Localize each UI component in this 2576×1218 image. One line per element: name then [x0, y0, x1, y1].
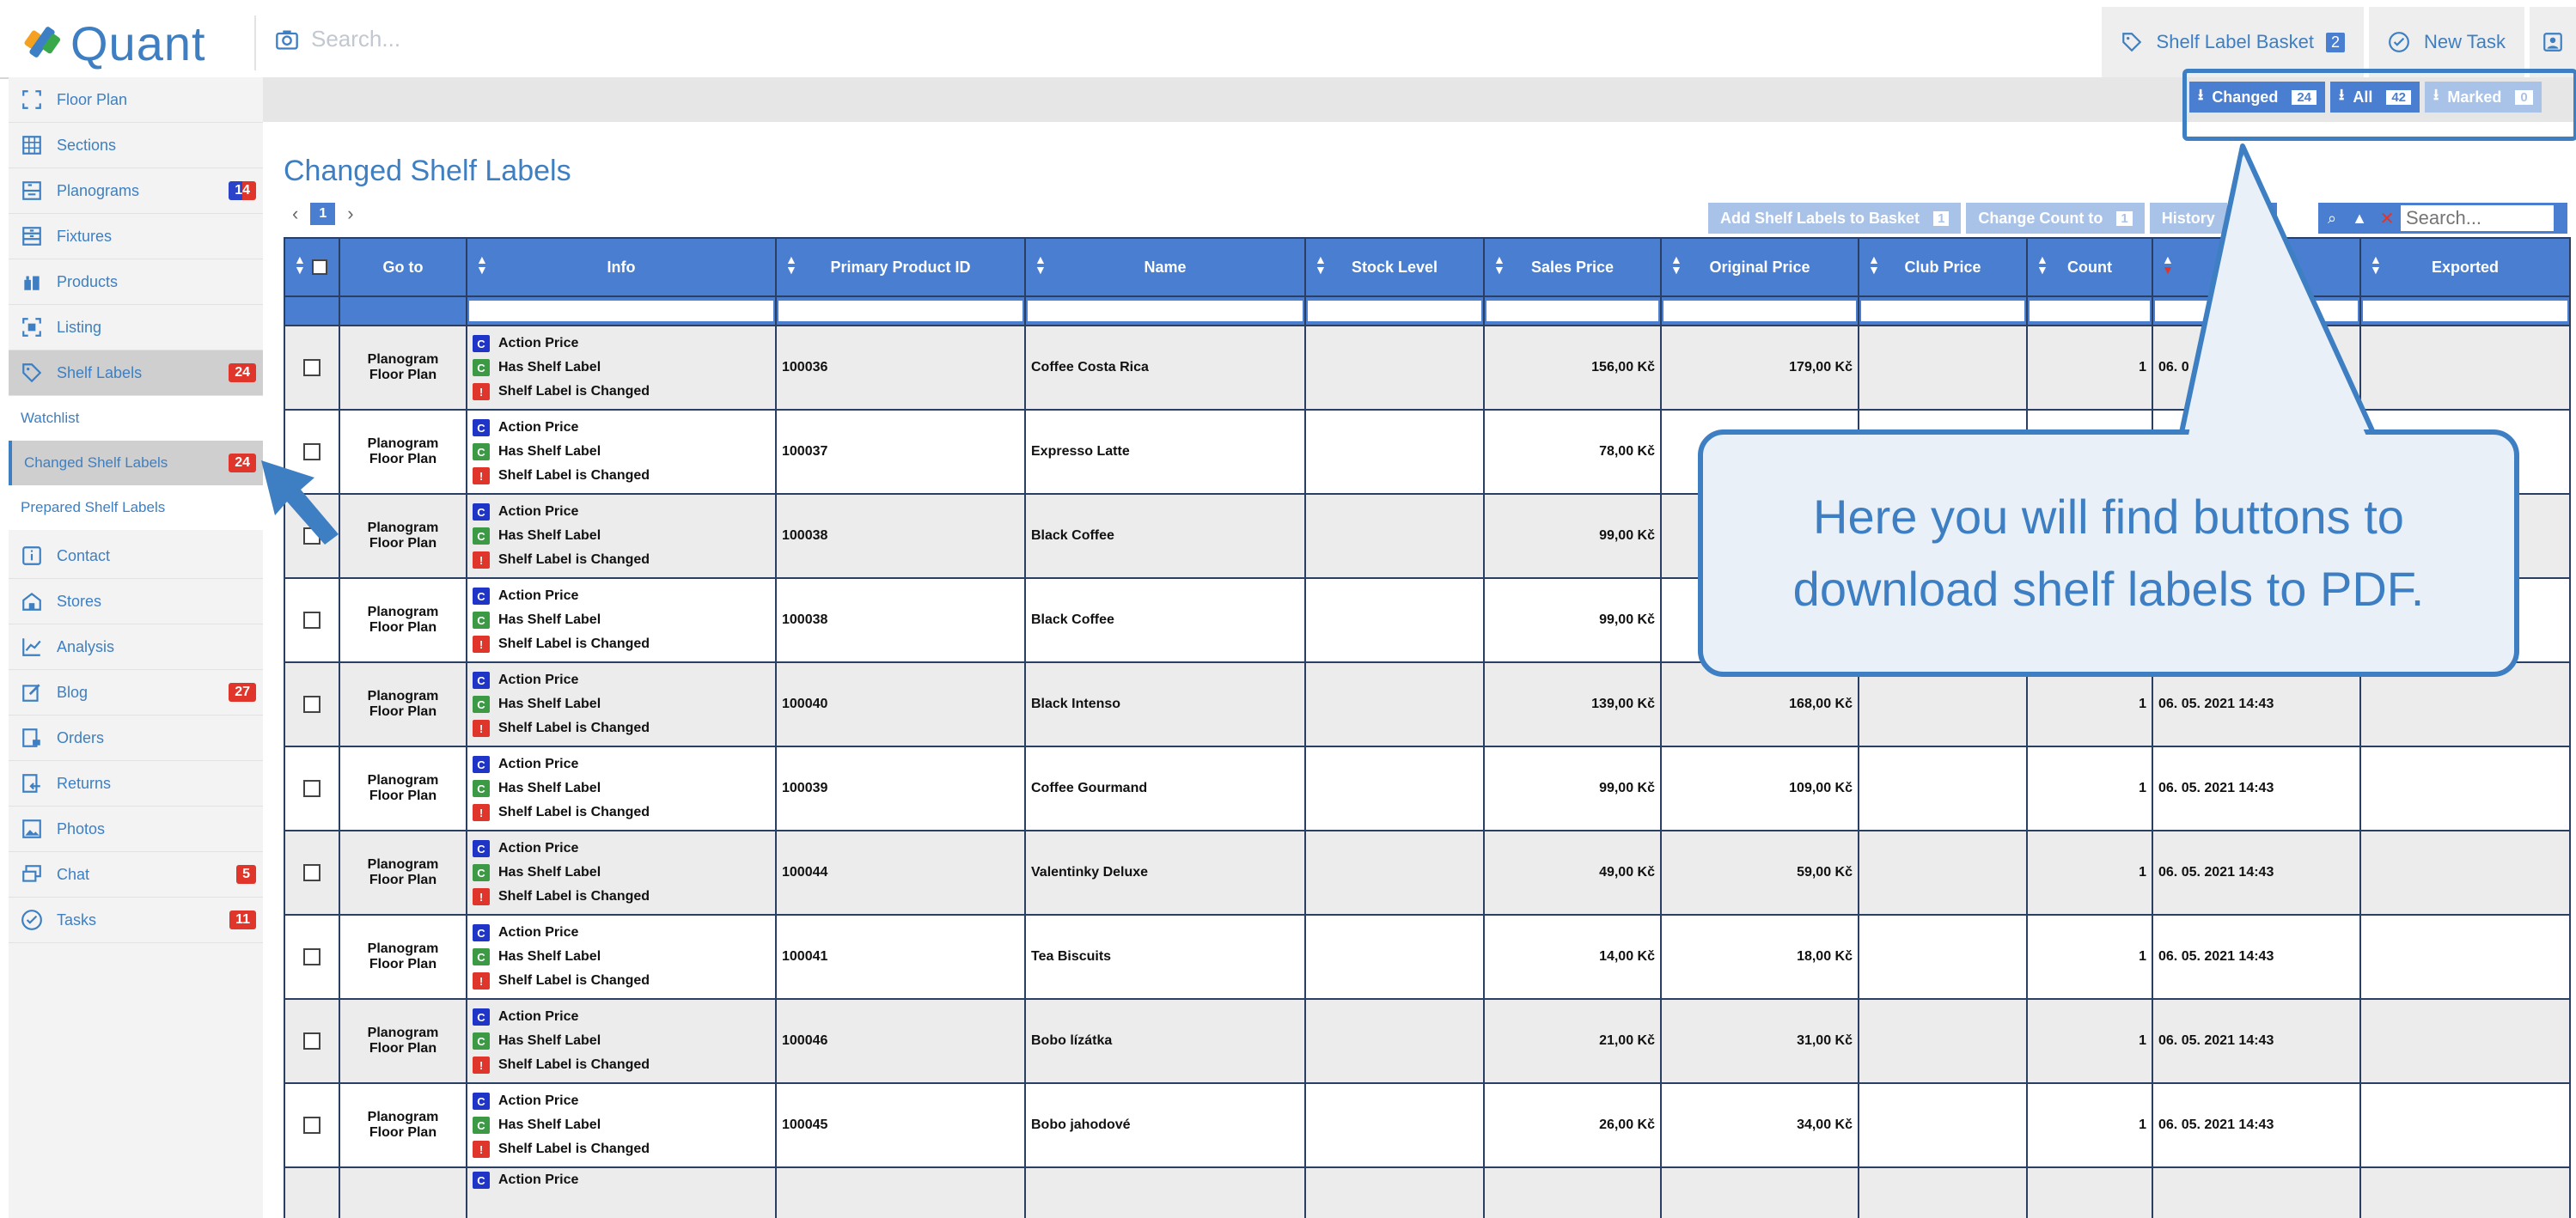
callout-pointer-cover [2188, 156, 2368, 440]
pointer-arrow-icon [261, 460, 339, 545]
